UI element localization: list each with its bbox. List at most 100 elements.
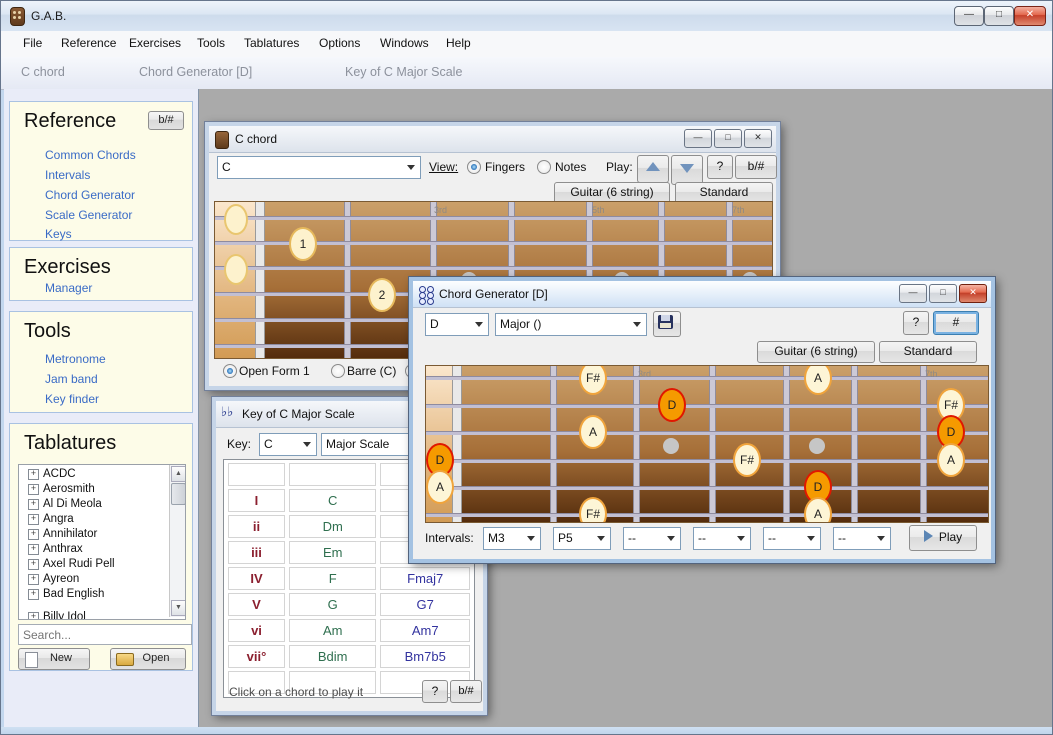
sidebar-item-intervals[interactable]: Intervals [45, 168, 90, 182]
tree-item[interactable]: +Anthrax [19, 542, 169, 557]
expand-icon[interactable]: + [28, 469, 39, 480]
flat-sharp-button[interactable]: b/# [735, 155, 777, 179]
generator-titlebar[interactable]: Chord Generator [D] — □ ✕ [413, 281, 991, 308]
expand-icon[interactable]: + [28, 559, 39, 570]
expand-icon[interactable]: + [28, 544, 39, 555]
expand-icon[interactable]: + [28, 589, 39, 600]
tree-item[interactable]: +ACDC [19, 467, 169, 482]
barre-c-radio[interactable] [331, 364, 345, 378]
play-up-button[interactable] [637, 155, 669, 183]
menu-windows[interactable]: Windows [380, 36, 429, 50]
sidebar-item-key-finder[interactable]: Key finder [45, 392, 99, 406]
sidebar-item-jam-band[interactable]: Jam band [45, 372, 98, 386]
close-button[interactable]: ✕ [1014, 6, 1046, 26]
interval-select-3[interactable]: -- [623, 527, 681, 550]
menu-tablatures[interactable]: Tablatures [244, 36, 299, 50]
tree-item[interactable]: +Ayreon [19, 572, 169, 587]
note-marker[interactable]: F# [579, 365, 607, 395]
sidebar-item-keys[interactable]: Keys [45, 227, 72, 241]
interval-select-1[interactable]: M3 [483, 527, 541, 550]
expand-icon[interactable]: + [28, 529, 39, 540]
sidebar-item-metronome[interactable]: Metronome [45, 352, 106, 366]
note-marker[interactable]: F# [733, 443, 761, 477]
flat-sharp-button[interactable]: b/# [450, 680, 482, 703]
note-marker[interactable]: A [804, 365, 832, 395]
chord-type-select[interactable]: Major () [495, 313, 647, 336]
tab-chord-generator[interactable]: Chord Generator [D] [139, 65, 252, 79]
scroll-up-icon[interactable]: ▲ [171, 466, 186, 482]
root-note-marker[interactable]: D [658, 388, 686, 422]
new-button[interactable]: New [18, 648, 90, 670]
scroll-down-icon[interactable]: ▼ [171, 600, 186, 616]
save-button[interactable] [653, 311, 681, 337]
tab-key-of-c[interactable]: Key of C Major Scale [345, 65, 462, 79]
minimize-button[interactable]: — [954, 6, 984, 26]
sharp-button[interactable]: # [933, 311, 979, 335]
tree-item[interactable]: +Billy Idol [19, 610, 169, 620]
fingers-radio[interactable] [467, 160, 481, 174]
tree-item[interactable]: +Al Di Meola [19, 497, 169, 512]
help-button[interactable]: ? [903, 311, 929, 335]
chord-select[interactable]: C [217, 156, 421, 179]
help-button[interactable]: ? [707, 155, 733, 179]
interval-select-6[interactable]: -- [833, 527, 891, 550]
sidebar-item-chord-generator[interactable]: Chord Generator [45, 188, 135, 202]
menu-exercises[interactable]: Exercises [129, 36, 181, 50]
maximize-button[interactable]: □ [929, 284, 957, 303]
minimize-button[interactable]: — [899, 284, 927, 303]
note-marker[interactable]: A [426, 470, 454, 504]
notes-radio[interactable] [537, 160, 551, 174]
expand-icon[interactable]: + [28, 612, 39, 620]
open-button[interactable]: Open [110, 648, 186, 670]
barre-c-label[interactable]: Barre (C) [347, 364, 396, 378]
tree-item[interactable]: +Axel Rudi Pell [19, 557, 169, 572]
menu-help[interactable]: Help [446, 36, 471, 50]
open-form-1-label[interactable]: Open Form 1 [239, 364, 310, 378]
maximize-button[interactable]: □ [714, 129, 742, 148]
note-marker[interactable]: A [804, 497, 832, 523]
play-button[interactable]: Play [909, 525, 977, 551]
generator-fretboard[interactable]: 3rd 7th F# A D F# A D D F# A A D F# A [425, 365, 989, 523]
instrument-button[interactable]: Guitar (6 string) [757, 341, 875, 363]
expand-icon[interactable]: + [28, 499, 39, 510]
tuning-button[interactable]: Standard [879, 341, 977, 363]
open-form-1-radio[interactable] [223, 364, 237, 378]
root-note-select[interactable]: D [425, 313, 489, 336]
interval-select-2[interactable]: P5 [553, 527, 611, 550]
note-marker[interactable]: A [579, 415, 607, 449]
maximize-button[interactable]: □ [984, 6, 1014, 26]
notes-radio-label[interactable]: Notes [555, 160, 586, 174]
fingers-radio-label[interactable]: Fingers [485, 160, 525, 174]
minimize-button[interactable]: — [684, 129, 712, 148]
tab-c-chord[interactable]: C chord [21, 65, 65, 79]
note-marker[interactable]: F# [579, 497, 607, 523]
menu-tools[interactable]: Tools [197, 36, 225, 50]
interval-select-5[interactable]: -- [763, 527, 821, 550]
c-chord-titlebar[interactable]: C chord — □ ✕ [209, 126, 776, 153]
sidebar-item-manager[interactable]: Manager [45, 281, 92, 295]
tree-scrollbar[interactable]: ▲ ▼ [169, 465, 185, 617]
note-marker[interactable]: A [937, 443, 965, 477]
expand-icon[interactable]: + [28, 484, 39, 495]
flat-sharp-toggle-button[interactable]: b/# [148, 111, 184, 130]
sidebar-item-scale-generator[interactable]: Scale Generator [45, 208, 132, 222]
tree-item[interactable]: +Angra [19, 512, 169, 527]
menu-reference[interactable]: Reference [61, 36, 116, 50]
tree-item[interactable]: +Annihilator [19, 527, 169, 542]
expand-icon[interactable]: + [28, 574, 39, 585]
play-down-button[interactable] [671, 155, 703, 185]
main-titlebar[interactable]: G.A.B. — □ ✕ [1, 1, 1053, 32]
scroll-thumb[interactable] [171, 483, 186, 505]
close-button[interactable]: ✕ [959, 284, 987, 303]
menu-file[interactable]: File [23, 36, 42, 50]
tree-item[interactable]: +Aerosmith [19, 482, 169, 497]
expand-icon[interactable]: + [28, 514, 39, 525]
menu-options[interactable]: Options [319, 36, 360, 50]
tree-item[interactable]: +Bad English [19, 587, 169, 602]
close-button[interactable]: ✕ [744, 129, 772, 148]
search-input[interactable] [18, 624, 192, 645]
key-select[interactable]: C [259, 433, 317, 456]
interval-select-4[interactable]: -- [693, 527, 751, 550]
sidebar-item-common-chords[interactable]: Common Chords [45, 148, 136, 162]
help-button[interactable]: ? [422, 680, 448, 703]
